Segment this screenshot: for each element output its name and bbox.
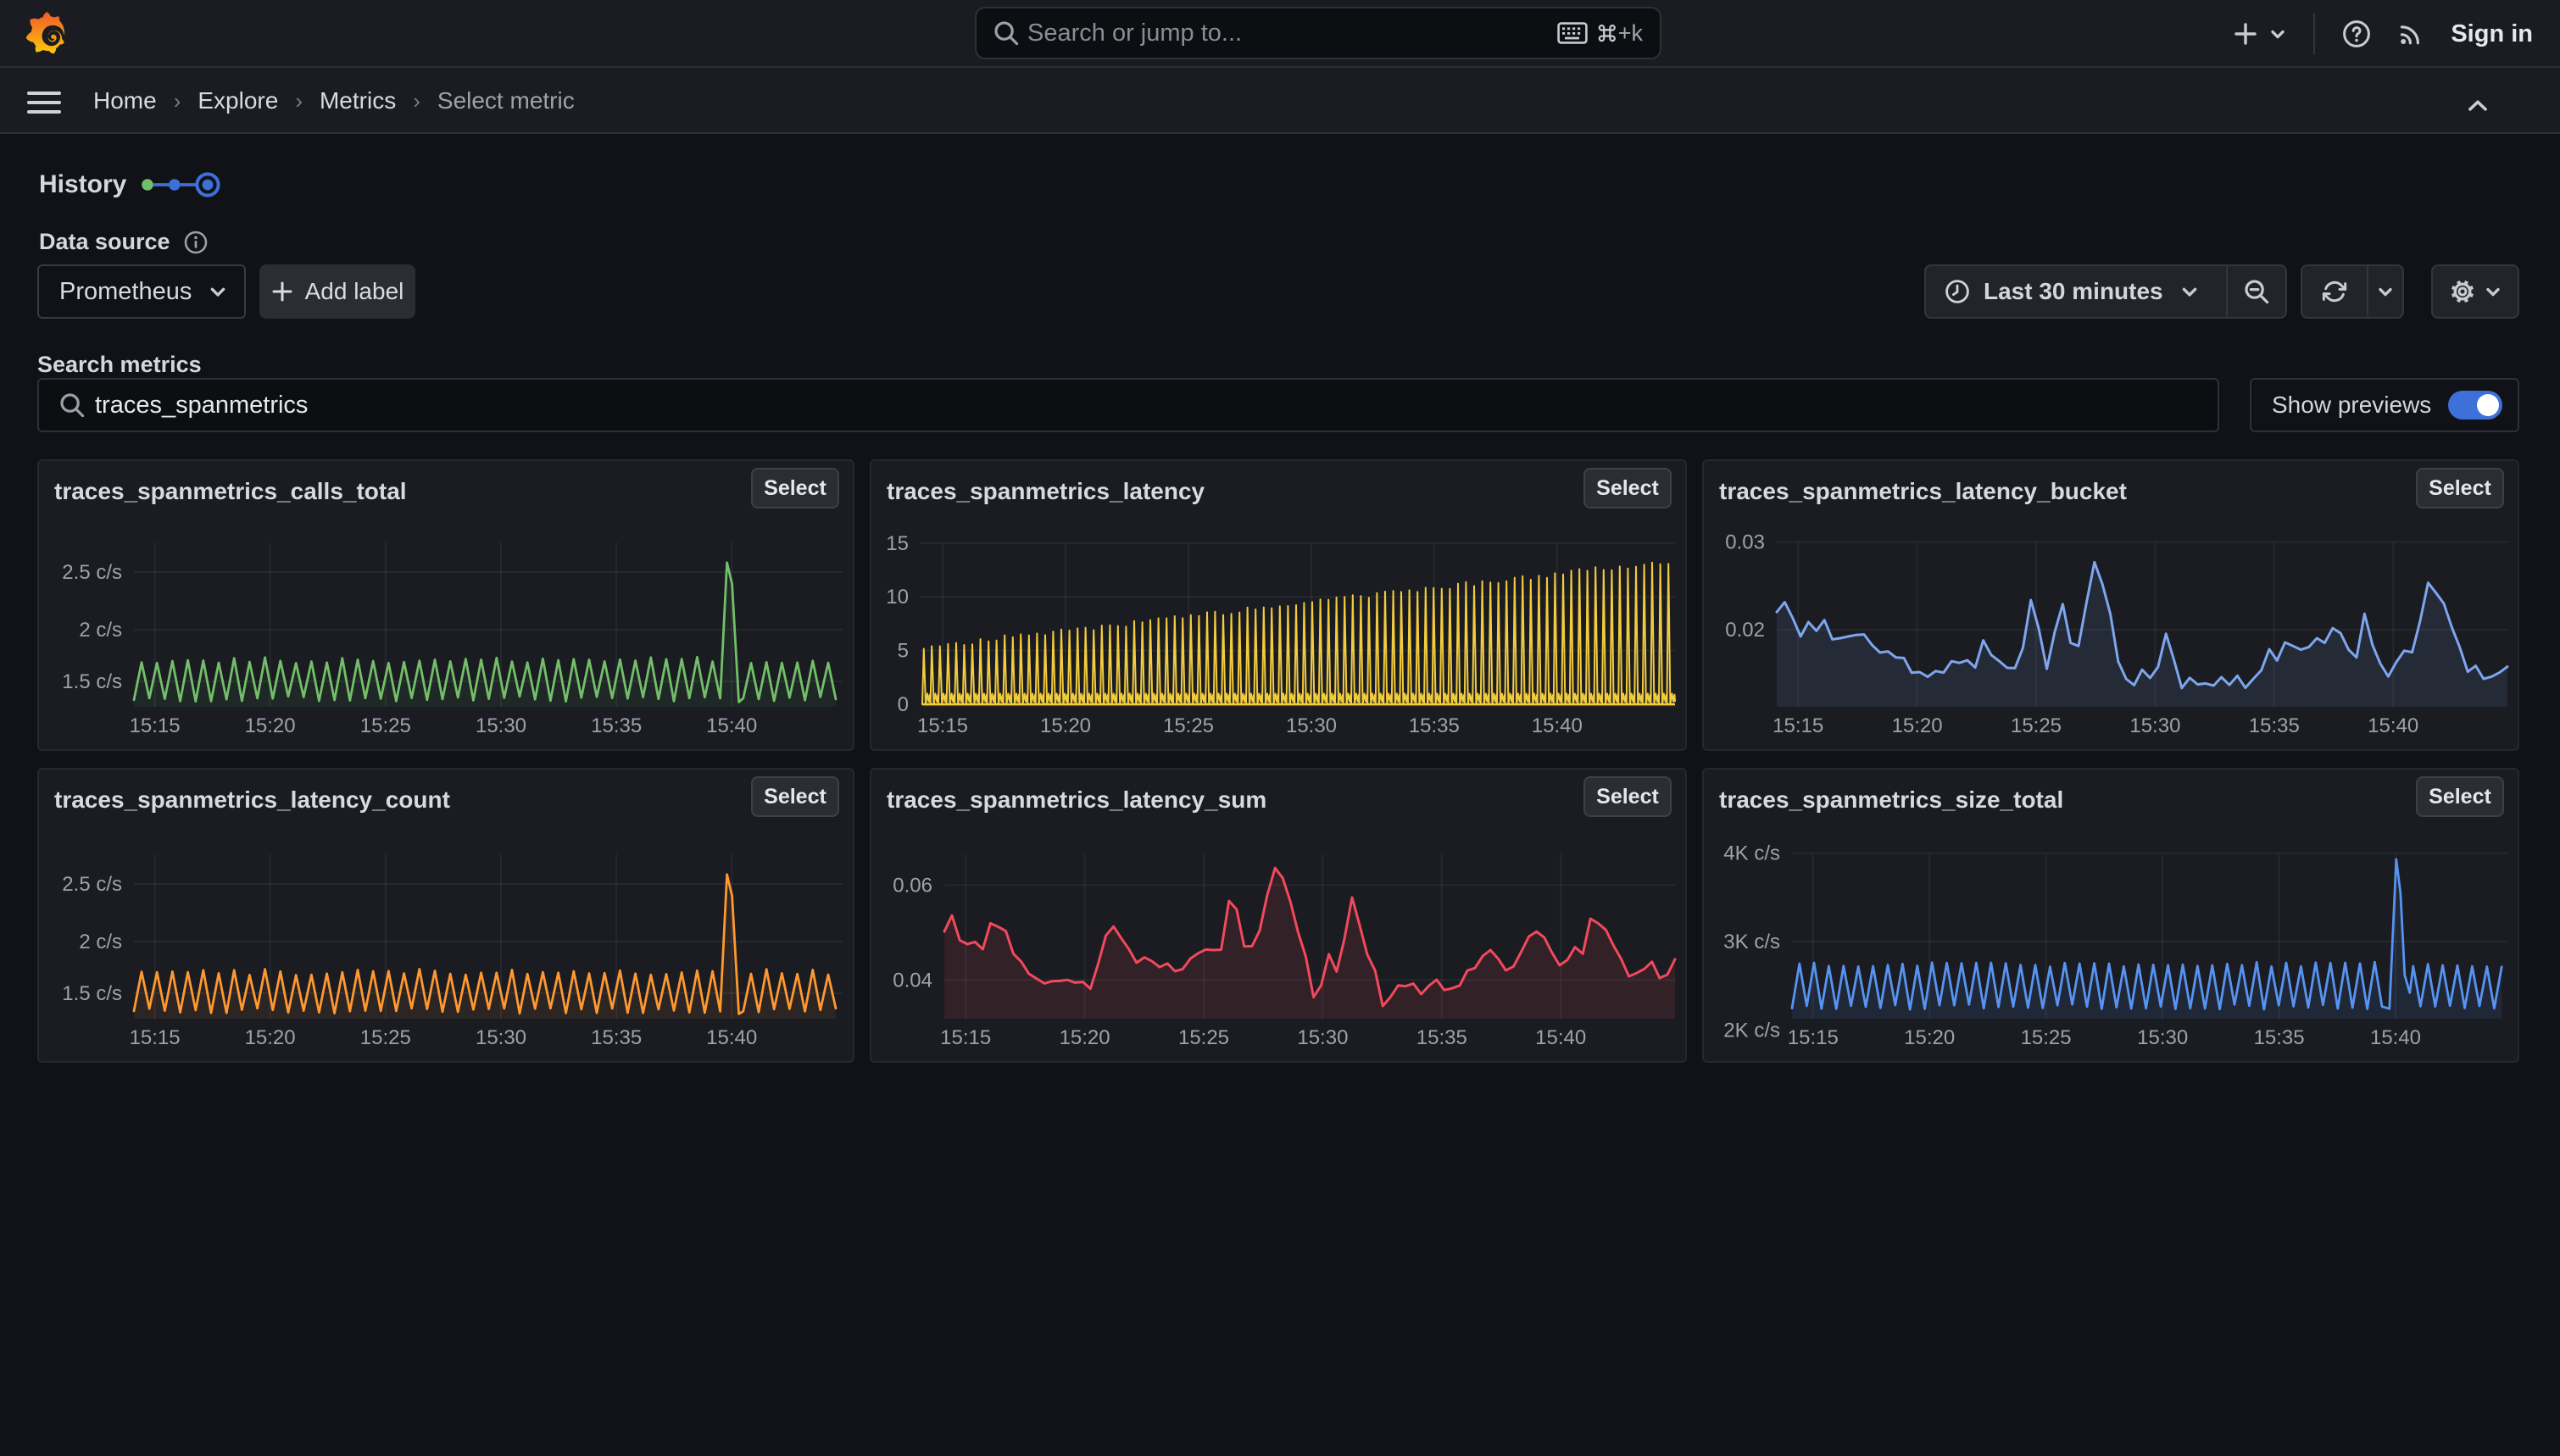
svg-text:15:15: 15:15	[917, 714, 968, 737]
svg-text:0.02: 0.02	[1725, 619, 1765, 642]
svg-text:15:30: 15:30	[1297, 1026, 1348, 1049]
svg-text:15:25: 15:25	[2021, 1026, 2072, 1049]
svg-text:15:25: 15:25	[2011, 714, 2062, 737]
svg-text:15:35: 15:35	[591, 714, 642, 737]
svg-text:15:20: 15:20	[1040, 714, 1091, 737]
svg-text:15:40: 15:40	[706, 1026, 757, 1049]
svg-text:15:30: 15:30	[476, 1026, 526, 1049]
svg-text:15:30: 15:30	[476, 714, 526, 737]
svg-text:15:35: 15:35	[2254, 1026, 2305, 1049]
svg-text:15:25: 15:25	[1178, 1026, 1229, 1049]
svg-text:10: 10	[886, 586, 909, 609]
svg-text:0: 0	[898, 693, 909, 716]
svg-text:15:40: 15:40	[2368, 714, 2418, 737]
svg-text:2.5 c/s: 2.5 c/s	[62, 561, 122, 584]
svg-text:15:20: 15:20	[1904, 1026, 1955, 1049]
svg-text:15:40: 15:40	[2370, 1026, 2421, 1049]
svg-text:3K c/s: 3K c/s	[1723, 931, 1780, 953]
svg-text:1.5 c/s: 1.5 c/s	[62, 982, 122, 1005]
svg-text:15:30: 15:30	[1286, 714, 1337, 737]
svg-text:15:35: 15:35	[1409, 714, 1460, 737]
svg-text:2.5 c/s: 2.5 c/s	[62, 873, 122, 896]
svg-text:5: 5	[898, 640, 909, 663]
svg-text:15:40: 15:40	[1532, 714, 1583, 737]
svg-text:15:35: 15:35	[2249, 714, 2300, 737]
svg-text:15: 15	[886, 532, 909, 555]
svg-text:4K c/s: 4K c/s	[1723, 842, 1780, 865]
svg-text:15:15: 15:15	[130, 714, 181, 737]
svg-text:2 c/s: 2 c/s	[79, 619, 122, 642]
svg-text:0.03: 0.03	[1725, 531, 1765, 554]
svg-text:15:35: 15:35	[1416, 1026, 1467, 1049]
svg-text:1.5 c/s: 1.5 c/s	[62, 670, 122, 693]
svg-text:15:40: 15:40	[1535, 1026, 1586, 1049]
svg-text:15:15: 15:15	[1788, 1026, 1839, 1049]
svg-text:15:25: 15:25	[360, 714, 411, 737]
svg-text:15:15: 15:15	[940, 1026, 991, 1049]
svg-text:15:20: 15:20	[245, 1026, 296, 1049]
svg-text:15:15: 15:15	[130, 1026, 181, 1049]
svg-text:2K c/s: 2K c/s	[1723, 1019, 1780, 1042]
svg-text:15:35: 15:35	[591, 1026, 642, 1049]
svg-text:15:20: 15:20	[1060, 1026, 1110, 1049]
svg-text:15:20: 15:20	[1892, 714, 1943, 737]
svg-text:15:40: 15:40	[706, 714, 757, 737]
svg-text:15:25: 15:25	[360, 1026, 411, 1049]
svg-text:0.06: 0.06	[893, 874, 932, 897]
svg-text:15:15: 15:15	[1773, 714, 1823, 737]
svg-text:15:25: 15:25	[1163, 714, 1214, 737]
svg-text:15:30: 15:30	[2137, 1026, 2188, 1049]
svg-text:15:20: 15:20	[245, 714, 296, 737]
svg-text:2 c/s: 2 c/s	[79, 931, 122, 953]
svg-text:15:30: 15:30	[2129, 714, 2180, 737]
svg-text:0.04: 0.04	[893, 969, 932, 992]
